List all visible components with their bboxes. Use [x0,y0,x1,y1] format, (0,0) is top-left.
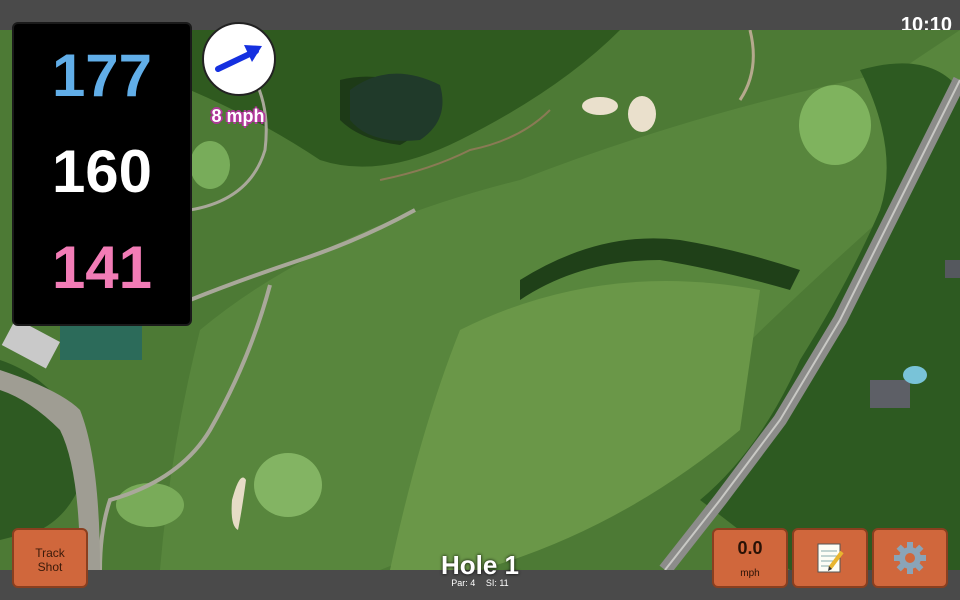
back-distance: 177 [51,42,153,109]
par-label: Par: 4 [451,578,476,588]
hole-info: Par: 4 SI: 11 [380,578,580,588]
shot-speed-button[interactable]: 0.0 mph [712,528,788,588]
track-shot-label-line2: Shot [37,560,63,574]
arrow-icon [215,45,262,72]
notepad-icon [817,543,844,573]
settings-button[interactable] [872,528,948,588]
middle-distance: 160 [51,138,153,205]
wind-speed: 8 mph [211,106,265,126]
golf-gps-screen: 10:10 177 160 141 8 mph Track Shot Hole … [0,0,960,600]
shot-speed-unit: mph [740,568,760,579]
si-label: SI: 11 [485,578,509,588]
track-shot-label-line1: Track [35,546,65,560]
front-distance: 141 [51,234,153,301]
wind-indicator[interactable] [202,22,276,96]
shot-speed-value: 0.0 [737,538,763,558]
distance-panel: 177 160 141 [12,22,192,326]
track-shot-button[interactable]: Track Shot [12,528,88,588]
gear-icon [894,542,926,574]
hole-title: Hole 1 [440,550,520,580]
notes-button[interactable] [792,528,868,588]
